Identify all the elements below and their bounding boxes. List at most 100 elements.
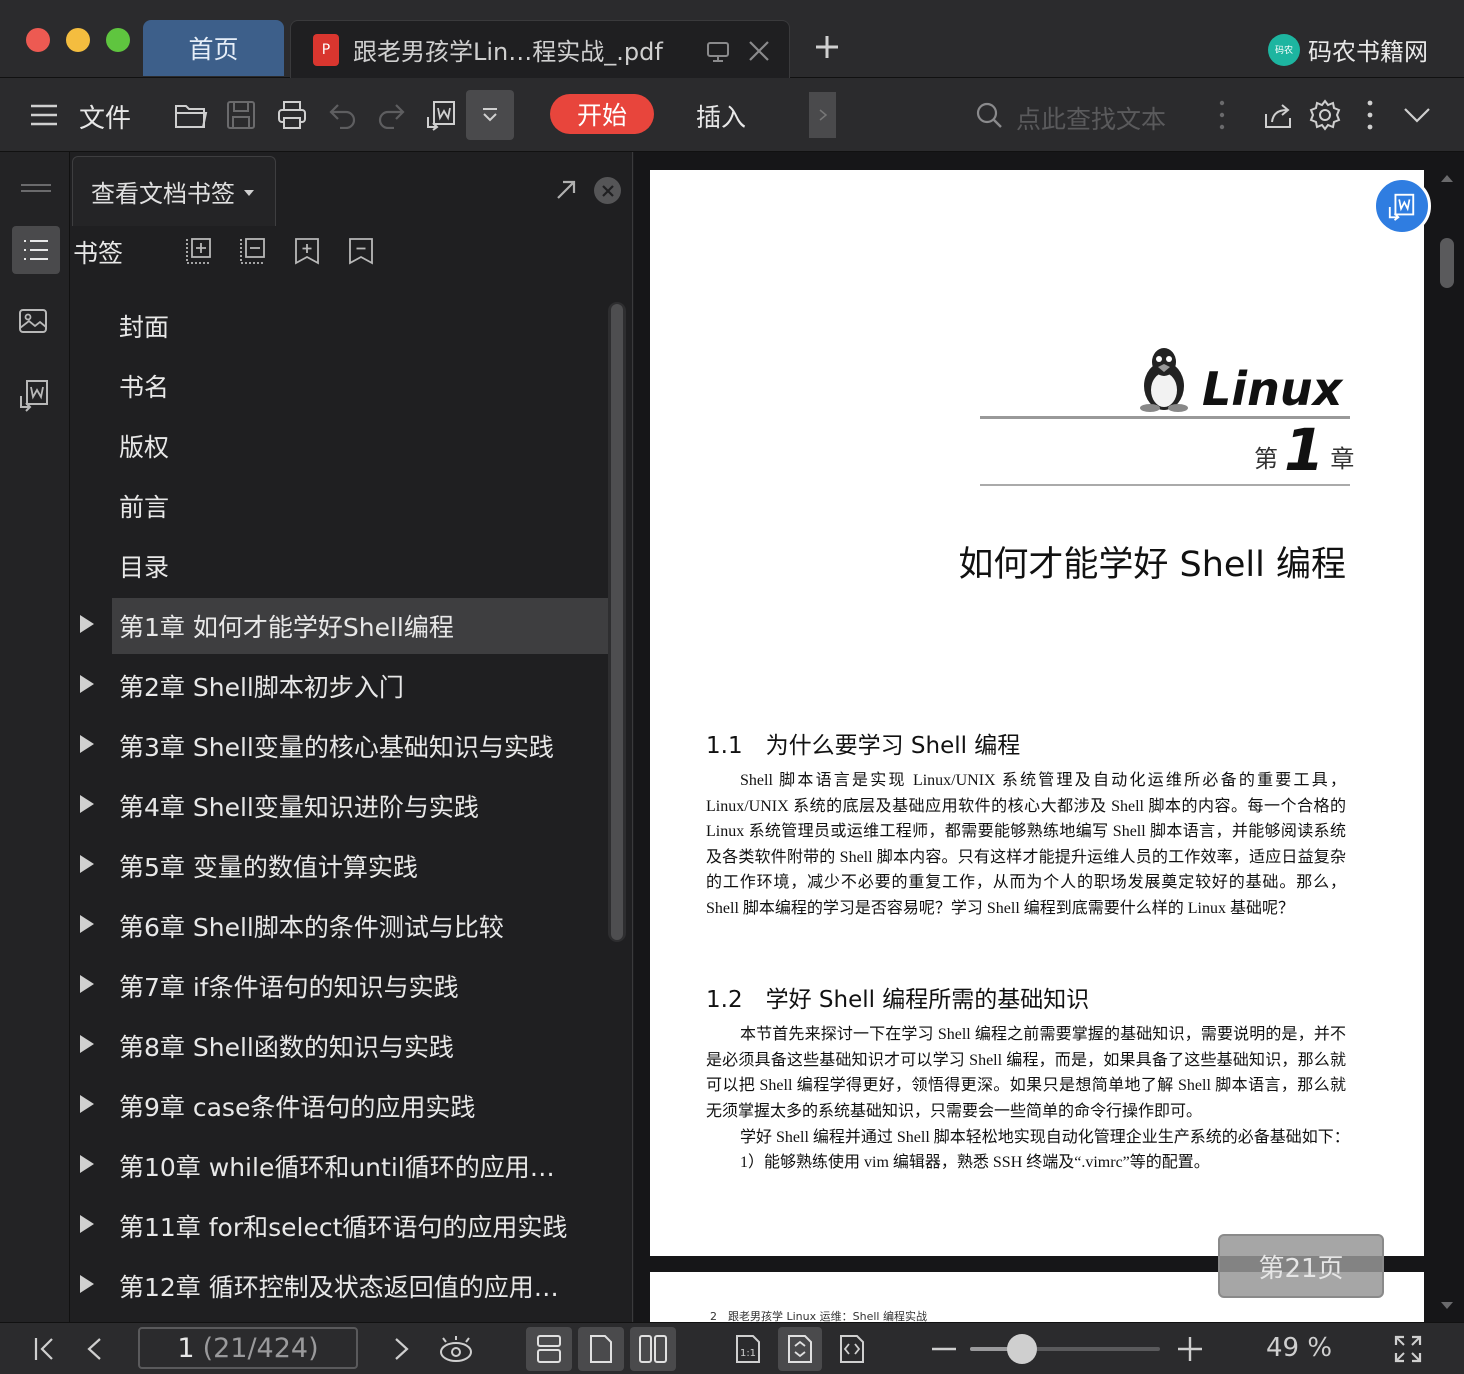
bookmark-item-label: 书名 [119, 373, 170, 402]
bookmark-item[interactable]: 第2章 Shell脚本初步入门 [80, 658, 620, 714]
close-window-button[interactable] [26, 28, 50, 52]
expand-arrow-icon[interactable] [80, 855, 94, 873]
expand-arrow-icon[interactable] [80, 1275, 94, 1293]
search-input[interactable]: 点此查找文本 [1016, 100, 1166, 136]
bookmark-item[interactable]: 第12章 循环控制及状态返回值的应用… [80, 1258, 620, 1314]
fit-page-icon[interactable] [778, 1327, 822, 1371]
fit-width-icon[interactable] [838, 1331, 866, 1367]
expand-all-icon[interactable] [184, 236, 214, 270]
collapse-all-icon[interactable] [238, 236, 268, 270]
bookmark-item[interactable]: 第8章 Shell函数的知识与实践 [80, 1018, 620, 1074]
bookmark-scrollbar-thumb[interactable] [611, 304, 623, 940]
close-tab-icon[interactable] [747, 39, 771, 67]
expand-arrow-icon[interactable] [80, 795, 94, 813]
pdf-to-word-icon[interactable] [424, 98, 458, 132]
chapter-suffix: 章 [1330, 445, 1355, 473]
view-bookmarks-dropdown[interactable]: 查看文档书签 [72, 156, 276, 226]
main-toolbar: 文件 开始 插入 点此查找文本 [0, 78, 1464, 152]
expand-arrow-icon[interactable] [80, 735, 94, 753]
side-rail [0, 152, 70, 1322]
document-view[interactable]: Linux 第 1 章 如何才能学好 Shell 编程 1.1 为什么要学习 S… [634, 152, 1464, 1322]
tab-home-label: 首页 [188, 35, 239, 64]
more-options-icon[interactable] [1362, 98, 1378, 132]
ribbon-scroll-right-button[interactable] [809, 92, 836, 138]
bookmark-item-label: 版权 [119, 433, 170, 462]
status-bar: 1 (21/424) 1:1 49 % [0, 1322, 1464, 1374]
bookmark-item[interactable]: 封面 [112, 298, 620, 354]
page-number-input[interactable]: 1 (21/424) [138, 1327, 358, 1369]
single-page-icon[interactable] [578, 1327, 624, 1371]
bookmark-item[interactable]: 第5章 变量的数值计算实践 [80, 838, 620, 894]
tab-document[interactable]: P 跟老男孩学Lin…程实战_.pdf [290, 20, 790, 78]
expand-arrow-icon[interactable] [80, 615, 94, 633]
more-tools-dropdown[interactable] [466, 90, 514, 140]
search-more-icon[interactable] [1214, 98, 1230, 132]
document-scrollbar-thumb[interactable] [1440, 238, 1454, 288]
redo-icon[interactable] [374, 98, 408, 132]
expand-arrow-icon[interactable] [80, 1215, 94, 1233]
monitor-icon[interactable] [705, 39, 731, 69]
convert-panel-icon[interactable] [18, 378, 50, 416]
zoom-out-icon[interactable] [930, 1331, 958, 1367]
bookmark-item[interactable]: 第10章 while循环和until循环的应用… [80, 1138, 620, 1194]
tab-home[interactable]: 首页 [143, 20, 284, 76]
first-page-icon[interactable] [32, 1331, 58, 1367]
thumbnails-panel-icon[interactable] [18, 307, 48, 339]
expand-arrow-icon[interactable] [80, 1155, 94, 1173]
next-page-icon[interactable] [390, 1331, 414, 1367]
tab-insert[interactable]: 插入 [696, 98, 746, 134]
zoom-window-button[interactable] [106, 28, 130, 52]
continuous-scroll-icon[interactable] [526, 1327, 572, 1371]
bookmark-item[interactable]: 第11章 for和select循环语句的应用实践 [80, 1198, 620, 1254]
fullscreen-icon[interactable] [1392, 1331, 1424, 1367]
tab-start[interactable]: 开始 [550, 94, 654, 134]
bookmark-item[interactable]: 目录 [112, 538, 620, 594]
zoom-slider[interactable] [970, 1334, 1160, 1364]
previous-page-icon[interactable] [82, 1331, 106, 1367]
zoom-in-icon[interactable] [1176, 1331, 1204, 1367]
minimize-window-button[interactable] [66, 28, 90, 52]
save-icon[interactable] [224, 98, 258, 132]
floating-convert-button[interactable] [1373, 177, 1431, 235]
bookmark-item[interactable]: 第1章 如何才能学好Shell编程 [80, 598, 620, 654]
close-panel-icon[interactable] [594, 177, 621, 204]
expand-arrow-icon[interactable] [80, 915, 94, 933]
bookmark-item[interactable]: 第9章 case条件语句的应用实践 [80, 1078, 620, 1134]
undo-icon[interactable] [326, 98, 360, 132]
bookmark-item[interactable]: 书名 [112, 358, 620, 414]
eye-reading-mode-icon[interactable] [438, 1331, 474, 1367]
rail-collapse-icon[interactable] [20, 178, 52, 197]
bookmark-item[interactable]: 第7章 if条件语句的知识与实践 [80, 958, 620, 1014]
search-icon[interactable] [972, 98, 1006, 132]
settings-gear-icon[interactable] [1308, 98, 1342, 132]
bookmark-item[interactable]: 版权 [112, 418, 620, 474]
add-bookmark-icon[interactable] [292, 236, 322, 270]
share-icon[interactable] [1261, 98, 1295, 132]
print-icon[interactable] [275, 98, 309, 132]
expand-arrow-icon[interactable] [80, 1035, 94, 1053]
bookmark-scrollbar[interactable] [608, 302, 626, 942]
bookmark-item[interactable]: 第6章 Shell脚本的条件测试与比较 [80, 898, 620, 954]
actual-size-icon[interactable]: 1:1 [734, 1331, 762, 1367]
open-folder-icon[interactable] [174, 98, 208, 132]
bookmark-item[interactable]: 前言 [112, 478, 620, 534]
file-menu[interactable]: 文件 [79, 98, 131, 135]
scroll-up-arrow-icon[interactable] [1440, 168, 1454, 187]
expand-arrow-icon[interactable] [80, 1095, 94, 1113]
brand[interactable]: 码农 码农书籍网 [1268, 32, 1428, 67]
bookmark-item[interactable]: 第3章 Shell变量的核心基础知识与实践 [80, 718, 620, 774]
two-page-icon[interactable] [630, 1327, 676, 1371]
bookmark-item[interactable]: 第4章 Shell变量知识进阶与实践 [80, 778, 620, 834]
bookmarks-panel-icon[interactable] [12, 226, 60, 274]
zoom-slider-handle[interactable] [1007, 1334, 1037, 1364]
pdf-page[interactable]: Linux 第 1 章 如何才能学好 Shell 编程 1.1 为什么要学习 S… [650, 170, 1424, 1256]
remove-bookmark-icon[interactable] [346, 236, 376, 270]
expand-arrow-icon[interactable] [80, 675, 94, 693]
detach-panel-icon[interactable] [554, 178, 578, 206]
expand-arrow-icon[interactable] [80, 975, 94, 993]
collapse-ribbon-chevron-icon[interactable] [1400, 98, 1434, 132]
hamburger-menu-icon[interactable] [27, 98, 61, 132]
bookmark-item-label: 前言 [119, 493, 170, 522]
new-tab-icon[interactable] [814, 34, 840, 64]
scroll-down-arrow-icon[interactable] [1440, 1296, 1454, 1315]
